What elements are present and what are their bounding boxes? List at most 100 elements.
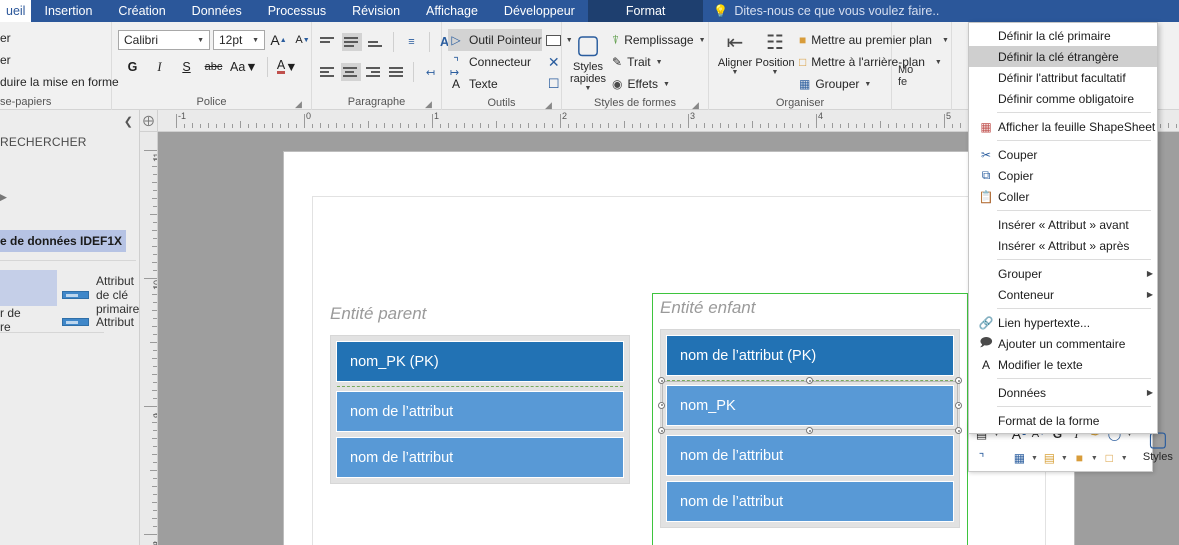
attribute-row[interactable]: nom_PK (PK): [336, 341, 624, 382]
italic-button[interactable]: I: [149, 57, 170, 78]
menu-item-3[interactable]: Définir l'attribut facultatif: [969, 67, 1157, 88]
entity-parent[interactable]: Entité parent nom_PK (PK) nom de l’attri…: [330, 304, 630, 484]
chevron-down-icon[interactable]: ▼: [1119, 455, 1130, 462]
paragraph-dialog-launcher[interactable]: ◢: [424, 100, 433, 109]
bring-front-icon[interactable]: ■: [1070, 448, 1089, 468]
grow-font-icon[interactable]: A ▲: [268, 30, 289, 51]
align-left-icon[interactable]: [318, 63, 338, 81]
tools-dialog-launcher[interactable]: ◢: [544, 101, 553, 110]
menu-item-16[interactable]: Données ▶: [969, 382, 1157, 403]
attribute-row[interactable]: nom de l’attribut: [336, 437, 624, 478]
align-right-icon[interactable]: [364, 63, 384, 81]
menu-item-6[interactable]: ✂ Couper: [969, 144, 1157, 165]
underline-button[interactable]: S: [176, 57, 197, 78]
line-button[interactable]: ✎ Trait ▼: [612, 51, 706, 73]
position-button[interactable]: ☷ Position ▼: [755, 27, 795, 77]
connector-add-icon[interactable]: ⌝: [972, 448, 991, 468]
change-case-button[interactable]: Aa ▼: [230, 57, 258, 78]
bold-button[interactable]: G: [122, 57, 143, 78]
align-text-icon[interactable]: ▦: [1010, 448, 1029, 468]
chevron-down-icon[interactable]: ▼: [1029, 455, 1040, 462]
decrease-indent-icon[interactable]: ↤: [420, 62, 441, 83]
resize-handle-w[interactable]: [658, 401, 665, 409]
ruler-origin-icon[interactable]: ⨁: [140, 110, 158, 132]
stencil-item-clipped-label[interactable]: r de re: [0, 306, 21, 334]
attribute-row[interactable]: nom de l’attribut (PK): [666, 335, 954, 376]
stencil-item-attribute[interactable]: Attribut: [62, 315, 134, 329]
align-bottom-icon[interactable]: [366, 33, 386, 51]
context-menu[interactable]: Définir la clé primaire Définir la clé ét…: [968, 22, 1158, 434]
menu-item-2[interactable]: Définir la clé étrangère: [969, 46, 1157, 67]
clipboard-format-painter-label[interactable]: duire la mise en forme: [0, 71, 119, 93]
font-dialog-launcher[interactable]: ◢: [294, 100, 303, 109]
menu-item-9[interactable]: Insérer « Attribut » avant: [969, 214, 1157, 235]
effects-button[interactable]: ◉ Effets ▼: [612, 73, 706, 95]
shapes-search-label[interactable]: RECHERCHER: [0, 135, 87, 149]
stencil-title[interactable]: e de données IDEF1X: [0, 230, 126, 252]
tell-me-search[interactable]: 💡 Dites-nous ce que vous voulez faire..: [703, 0, 949, 22]
clipboard-cut-label[interactable]: er: [0, 27, 11, 49]
shape-styles-dialog-launcher[interactable]: ◢: [691, 101, 700, 110]
resize-handle-n[interactable]: [806, 377, 813, 384]
align-middle-icon[interactable]: [342, 33, 362, 51]
align-shapes-icon[interactable]: ▤: [1040, 448, 1059, 468]
align-button[interactable]: ⇤ Aligner ▼: [715, 27, 755, 77]
fill-button[interactable]: ⍒ Remplissage ▼: [612, 29, 706, 51]
menu-item-8[interactable]: 📋 Coller: [969, 186, 1157, 207]
resize-handle-e[interactable]: [955, 401, 962, 409]
shrink-font-icon[interactable]: A ▼: [292, 30, 313, 51]
resize-handle-ne[interactable]: [955, 377, 962, 384]
menu-item-10[interactable]: Insérer « Attribut » après: [969, 235, 1157, 256]
resize-handle-se[interactable]: [955, 427, 962, 434]
tab-developpeur[interactable]: Développeur: [491, 0, 588, 22]
tab-creation[interactable]: Création: [105, 0, 178, 22]
menu-item-17[interactable]: Format de la forme: [969, 410, 1157, 431]
attribute-row[interactable]: nom de l’attribut: [666, 435, 954, 476]
pointer-tool-button[interactable]: ▷ Outil Pointeur: [448, 29, 542, 51]
connector-tool-button[interactable]: ⌝ Connecteur: [448, 51, 542, 73]
menu-item-4[interactable]: Définir comme obligatoire: [969, 88, 1157, 109]
tab-affichage[interactable]: Affichage: [413, 0, 491, 22]
resize-handle-nw[interactable]: [658, 377, 665, 384]
send-back-icon[interactable]: □: [1100, 448, 1119, 468]
clipped-label-1[interactable]: Mo: [898, 64, 913, 76]
font-family-combo[interactable]: Calibri ▼: [118, 30, 210, 50]
tab-donnees[interactable]: Données: [179, 0, 255, 22]
menu-item-11[interactable]: Grouper ▶: [969, 263, 1157, 284]
entity-child[interactable]: Entité enfant nom de l’attribut (PK) nom…: [652, 293, 968, 545]
attribute-row[interactable]: nom de l’attribut: [336, 391, 624, 432]
mini-toolbar-styles-button[interactable]: ▢ Styles: [1143, 429, 1173, 464]
tab-insertion[interactable]: Insertion: [31, 0, 105, 22]
chevron-down-icon[interactable]: ▼: [1059, 455, 1070, 462]
bullets-icon[interactable]: ≡: [401, 32, 422, 53]
align-center-icon[interactable]: [341, 63, 361, 81]
stencil-item-primary-key-attribute[interactable]: Attribut de clé primaire: [62, 274, 139, 316]
tab-revision[interactable]: Révision: [339, 0, 413, 22]
tab-format[interactable]: Format: [587, 0, 704, 22]
tab-processus[interactable]: Processus: [255, 0, 339, 22]
menu-item-13[interactable]: 🔗 Lien hypertexte...: [969, 312, 1157, 333]
menu-item-15[interactable]: A Modifier le texte: [969, 354, 1157, 375]
menu-item-7[interactable]: ⧉ Copier: [969, 165, 1157, 186]
menu-item-5[interactable]: ▦ Afficher la feuille ShapeSheet: [969, 116, 1157, 137]
quick-styles-button[interactable]: ▢ Styles rapides ▼: [568, 27, 608, 93]
resize-handle-sw[interactable]: [658, 427, 665, 434]
text-tool-button[interactable]: A Texte: [448, 73, 542, 95]
expand-arrow-icon[interactable]: ▶: [0, 189, 7, 205]
strikethrough-button[interactable]: abc: [203, 57, 224, 78]
resize-handle-s[interactable]: [806, 427, 813, 434]
menu-item-12[interactable]: Conteneur ▶: [969, 284, 1157, 305]
vertical-ruler[interactable]: 111098: [140, 132, 158, 545]
clipboard-copy-label[interactable]: er: [0, 49, 11, 71]
attribute-row[interactable]: nom de l’attribut: [666, 481, 954, 522]
clipped-label-2[interactable]: fe: [898, 76, 907, 88]
chevron-down-icon[interactable]: ▼: [1089, 455, 1100, 462]
menu-item-1[interactable]: Définir la clé primaire: [969, 25, 1157, 46]
collapse-panel-icon[interactable]: ❮: [124, 115, 133, 128]
align-justify-icon[interactable]: [387, 63, 407, 81]
drawing-page[interactable]: Entité parent nom_PK (PK) nom de l’attri…: [284, 152, 1074, 545]
font-color-button[interactable]: A ▼: [276, 57, 298, 78]
align-top-icon[interactable]: [318, 33, 338, 51]
menu-item-14[interactable]: 🗩 Ajouter un commentaire: [969, 333, 1157, 354]
font-size-combo[interactable]: 12pt ▼: [213, 30, 265, 50]
